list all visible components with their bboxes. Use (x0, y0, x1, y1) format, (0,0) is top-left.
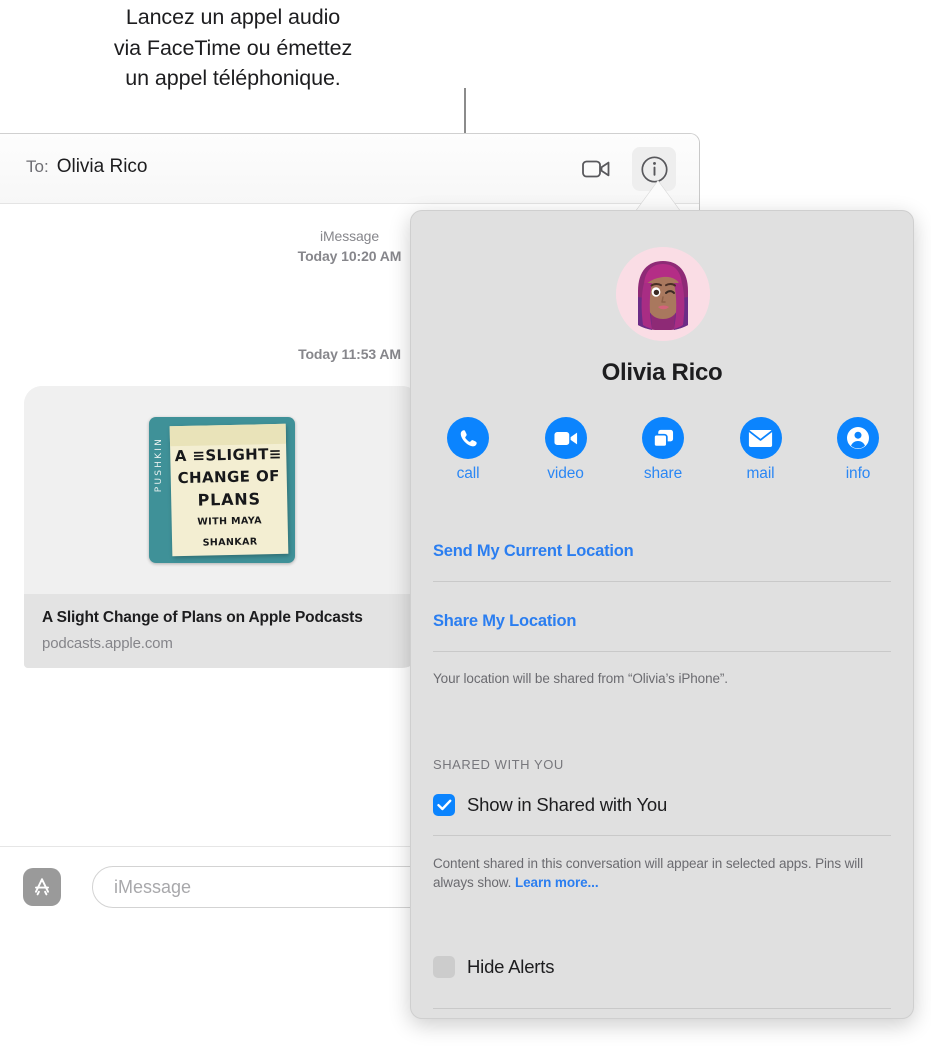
podcast-art-line-3: PLANS (197, 489, 262, 510)
divider-after-hide-alerts (433, 1008, 891, 1009)
action-video-label: video (547, 465, 584, 482)
action-call[interactable]: call (425, 417, 511, 483)
timestamp-first: Today 10:20 AM (297, 248, 402, 264)
shared-with-you-header: SHARED WITH YOU (433, 757, 564, 772)
send-current-location-link[interactable]: Send My Current Location (433, 542, 891, 561)
podcast-sticky-note: A ≡SLIGHT≡ CHANGE OF PLANS WITH MAYA SHA… (169, 423, 289, 557)
podcast-publisher-label: PUSHKIN (154, 437, 164, 493)
phone-icon (460, 429, 477, 446)
hide-alerts-row[interactable]: Hide Alerts (433, 956, 891, 978)
imessage-apps-button[interactable] (23, 868, 61, 906)
link-preview-artwork-area: PUSHKIN A ≡SLIGHT≡ CHANGE OF PLANS WITH … (24, 386, 420, 594)
recipient-name[interactable]: Olivia Rico (57, 156, 148, 178)
popover-arrow (636, 181, 680, 211)
memoji-illustration (616, 247, 710, 341)
facetime-video-button[interactable] (575, 147, 619, 191)
contact-name: Olivia Rico (601, 359, 723, 386)
hide-alerts-checkbox[interactable] (433, 956, 455, 978)
memoji-avatar[interactable] (616, 247, 710, 341)
envelope-icon (748, 429, 773, 447)
messages-toolbar: To: Olivia Rico (0, 134, 699, 204)
video-button[interactable] (544, 417, 587, 459)
show-in-shared-checkbox[interactable] (433, 794, 455, 816)
callout-line-1: Lancez un appel audio (125, 5, 341, 29)
share-button[interactable] (642, 417, 684, 459)
divider-after-shared-checkbox (433, 835, 891, 836)
person-circle-icon (847, 427, 869, 449)
info-button-popover[interactable] (837, 417, 879, 459)
callout-line-3: un appel téléphonique. (125, 66, 341, 90)
show-in-shared-with-you-row[interactable]: Show in Shared with You (433, 794, 891, 816)
video-camera-icon (582, 160, 610, 178)
callout-text: Lancez un appel audio via FaceTime ou ém… (0, 2, 466, 94)
podcast-artwork-text: A ≡SLIGHT≡ CHANGE OF PLANS WITH MAYA SHA… (170, 443, 288, 554)
link-preview-caption: A Slight Change of Plans on Apple Podcas… (24, 594, 420, 668)
location-note: Your location will be shared from “Olivi… (433, 671, 728, 686)
link-preview-title: A Slight Change of Plans on Apple Podcas… (42, 609, 363, 626)
action-mail-label: mail (746, 465, 775, 482)
divider-after-send-location (433, 581, 891, 582)
podcast-art-line-4: WITH MAYA SHANKAR (197, 515, 263, 549)
podcast-art-line-1: A ≡SLIGHT≡ (174, 444, 282, 466)
link-preview-bubble[interactable]: PUSHKIN A ≡SLIGHT≡ CHANGE OF PLANS WITH … (24, 386, 420, 668)
action-share[interactable]: share (620, 417, 706, 483)
contact-action-row: call video share mail info (425, 417, 901, 483)
action-share-label: share (643, 465, 683, 482)
message-input-placeholder: iMessage (114, 876, 192, 897)
hide-alerts-label: Hide Alerts (467, 956, 555, 977)
link-preview-domain: podcasts.apple.com (42, 635, 173, 652)
video-camera-icon (553, 431, 577, 445)
action-call-label: call (456, 465, 480, 482)
shared-with-you-note: Content shared in this conversation will… (433, 854, 891, 892)
screen-share-icon (652, 429, 673, 447)
recipient-row: To: Olivia Rico (26, 156, 148, 178)
checkmark-icon (436, 799, 451, 811)
conversation-details-popover: Olivia Rico call video share mail info S… (410, 210, 914, 1019)
to-label: To: (26, 157, 49, 176)
action-video[interactable]: video (523, 417, 609, 483)
call-button[interactable] (447, 417, 489, 459)
app-store-icon (34, 878, 50, 896)
mail-button[interactable] (739, 417, 782, 459)
info-circle-icon (640, 155, 668, 183)
callout-line-2: via FaceTime ou émettez (113, 35, 353, 60)
share-my-location-link[interactable]: Share My Location (433, 612, 891, 631)
action-info[interactable]: info (815, 417, 901, 483)
divider-after-share-location (433, 651, 891, 652)
show-in-shared-label: Show in Shared with You (467, 794, 668, 815)
learn-more-link[interactable]: Learn more... (515, 875, 599, 890)
podcast-artwork: PUSHKIN A ≡SLIGHT≡ CHANGE OF PLANS WITH … (149, 417, 295, 563)
action-info-label: info (845, 465, 871, 482)
shared-note-text: Content shared in this conversation will… (433, 856, 863, 890)
action-mail[interactable]: mail (718, 417, 804, 483)
podcast-art-line-2: CHANGE OF (177, 466, 280, 488)
